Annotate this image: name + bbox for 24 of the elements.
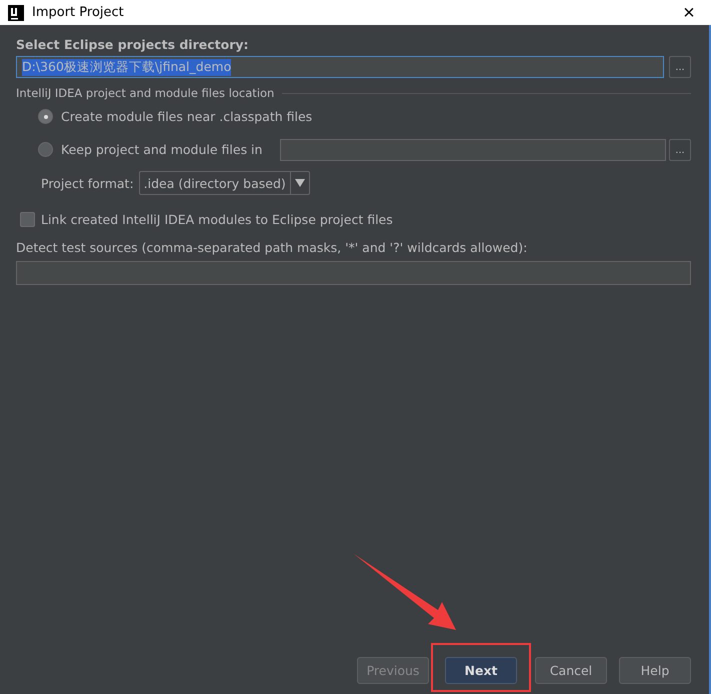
format-dropdown[interactable]: .idea (directory based) [138,171,310,195]
checkbox[interactable] [20,212,35,227]
dropdown-arrow-icon [294,179,305,187]
radio-button[interactable] [38,109,53,124]
radio-label[interactable]: Keep project and module files in [61,142,262,157]
field-label: Select Eclipse projects directory: [16,37,250,52]
section-title: IntelliJ IDEA project and module files location [16,86,274,100]
browse-button[interactable]: ... [669,138,691,160]
field-label: Project format: [41,176,134,190]
dialog-button[interactable]: Next [445,657,517,684]
dialog-button[interactable]: Help [619,657,691,684]
app-logo-icon [8,4,24,20]
checkbox-label[interactable]: Link created IntelliJ IDEA modules to Eclipse project files [41,212,393,227]
test-sources-field[interactable] [16,261,691,285]
location-field[interactable] [280,138,666,160]
directory-field[interactable]: D:\360极速浏览器下载\jfinal_demo [16,56,664,78]
browse-button[interactable]: ... [669,56,691,78]
radio-label[interactable]: Create module files near .classpath files [61,109,312,124]
field-value: D:\360极速浏览器下载\jfinal_demo [22,58,232,76]
window-title: Import Project [32,5,125,20]
field-label: Detect test sources (comma-separated path masks, '*' and '?' wildcards allowed): [16,240,528,255]
dialog-button[interactable]: Cancel [535,657,607,684]
close-button[interactable]: × [667,0,711,25]
radio-button[interactable] [38,142,53,157]
